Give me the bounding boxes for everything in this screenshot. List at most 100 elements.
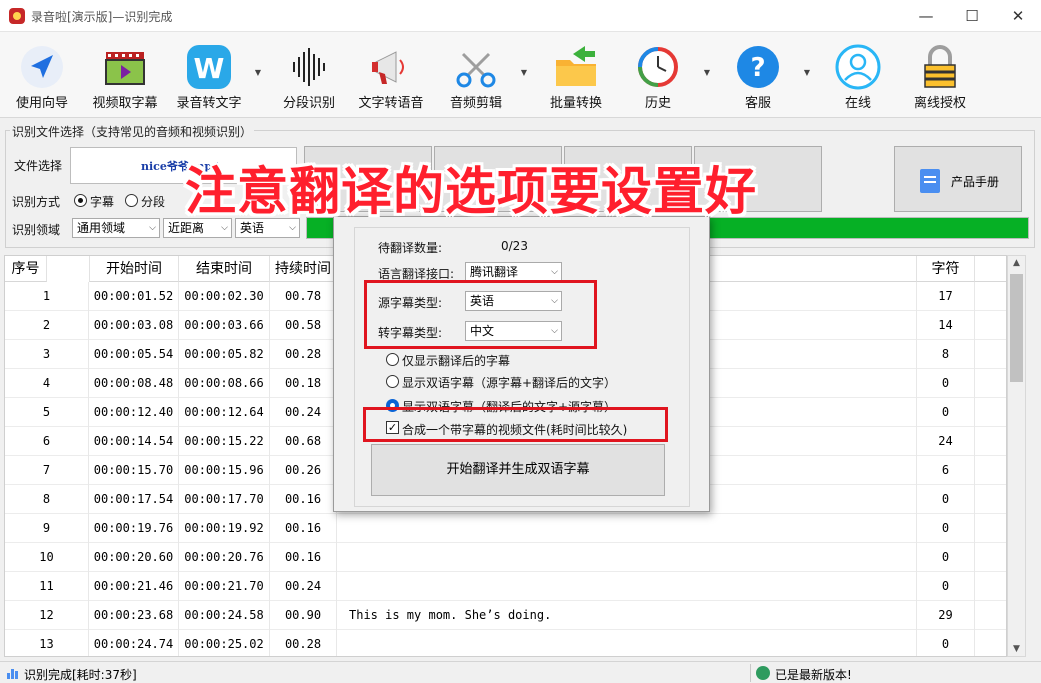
scroll-thumb[interactable] (1010, 274, 1023, 382)
toolbar-audio-edit-button[interactable]: 音频剪辑 (440, 32, 512, 114)
mode-label: 识别方式 (12, 195, 61, 209)
toolbar-text-to-speech-button[interactable]: 文字转语音 (350, 32, 432, 114)
pending-value: 0/23 (501, 239, 528, 253)
svg-text:W: W (194, 52, 225, 85)
cell-end: 00:00:03.66 (179, 311, 270, 340)
product-manual-button[interactable]: 产品手册 (894, 146, 1022, 212)
mode-segment-radio[interactable] (125, 194, 138, 207)
cell-no: 9 (5, 514, 89, 543)
option-bilingual-source-first-radio[interactable] (386, 375, 399, 388)
cell-end: 00:00:21.70 (179, 572, 270, 601)
cell-chars: 29 (917, 601, 975, 630)
column-header-start[interactable]: 开始时间 (89, 256, 179, 282)
cell-chars: 24 (917, 427, 975, 456)
overlay-caption: 注意翻译的选项要设置好 (185, 163, 758, 222)
cell-chars: 14 (917, 311, 975, 340)
cell-text (337, 572, 917, 601)
window-title: 录音啦[演示版]—识别完成 (31, 10, 173, 24)
cell-start: 00:00:23.68 (89, 601, 179, 630)
option-translated-only-radio[interactable] (386, 353, 399, 366)
folder-arrow-icon (556, 46, 596, 86)
cell-chars: 0 (917, 398, 975, 427)
cell-start: 00:00:15.70 (89, 456, 179, 485)
history-clock-icon (638, 47, 678, 87)
audio-edit-dropdown-icon[interactable]: ▼ (519, 68, 529, 78)
column-header-extra (975, 256, 1006, 282)
film-play-icon (105, 52, 145, 85)
cell-chars: 0 (917, 630, 975, 656)
mode-subtitle-radio[interactable] (74, 194, 87, 207)
table-row[interactable]: 12 00:00:23.68 00:00:24.58 00.90 This is my … (5, 601, 1006, 630)
app-logo-icon (9, 8, 25, 24)
cell-end: 00:00:20.76 (179, 543, 270, 572)
cell-duration: 00.18 (270, 369, 337, 398)
column-header-duration[interactable]: 持续时间 (270, 256, 337, 282)
toolbar-history-button[interactable]: 历史 (622, 32, 694, 114)
cell-no: 3 (5, 340, 89, 369)
toolbar-audio-to-text-button[interactable]: W 录音转文字 (172, 32, 246, 114)
cell-start: 00:00:05.54 (89, 340, 179, 369)
domain-label: 识别领域 (12, 223, 61, 237)
cell-no: 10 (5, 543, 89, 572)
table-scrollbar[interactable]: ▲ ▼ (1007, 255, 1026, 657)
cell-end: 00:00:08.66 (179, 369, 270, 398)
cell-no: 12 (5, 601, 89, 630)
cell-duration: 00.28 (270, 340, 337, 369)
minimize-button[interactable]: — (903, 0, 949, 32)
table-row[interactable]: 9 00:00:19.76 00:00:19.92 00.16 0 (5, 514, 1006, 543)
toolbar-guide-button[interactable]: 使用向导 (6, 32, 78, 114)
toolbar-offline-license-button[interactable]: 离线授权 (904, 32, 976, 114)
megaphone-icon (372, 51, 404, 84)
table-row[interactable]: 10 00:00:20.60 00:00:20.76 00.16 0 (5, 543, 1006, 572)
cell-duration: 00.78 (270, 282, 337, 311)
cell-text (337, 630, 917, 656)
navigation-arrow-icon (21, 46, 63, 88)
start-translation-button[interactable]: 开始翻译并生成双语字幕 (371, 444, 665, 496)
scissors-icon (456, 52, 496, 88)
cell-duration: 00.26 (270, 456, 337, 485)
status-bar: 识别完成[耗时:37秒] 已是最新版本! (0, 661, 1041, 683)
cell-end: 00:00:24.58 (179, 601, 270, 630)
close-button[interactable]: ✕ (995, 0, 1041, 32)
cell-duration: 00.24 (270, 572, 337, 601)
maximize-button[interactable]: ☐ (949, 0, 995, 32)
cell-start: 00:00:19.76 (89, 514, 179, 543)
cell-chars: 0 (917, 572, 975, 601)
version-status: 已是最新版本! (775, 668, 852, 682)
domain-select[interactable]: 通用领域 ⌵ (72, 218, 160, 238)
question-icon: ? (737, 46, 779, 88)
toolbar-online-button[interactable]: 在线 (822, 32, 894, 114)
cell-chars: 0 (917, 369, 975, 398)
cell-end: 00:00:02.30 (179, 282, 270, 311)
main-toolbar: 使用向导 视频取字幕 W 录音转文字 ▼ 分段识别 文字转语音 音频剪辑 ▼ 批… (0, 32, 1041, 118)
cell-chars: 17 (917, 282, 975, 311)
cell-chars: 0 (917, 514, 975, 543)
chevron-down-icon: ⌵ (551, 267, 558, 277)
cell-start: 00:00:12.40 (89, 398, 179, 427)
column-header-end[interactable]: 结束时间 (179, 256, 270, 282)
scroll-down-icon[interactable]: ▼ (1008, 644, 1025, 654)
table-row[interactable]: 13 00:00:24.74 00:00:25.02 00.28 0 (5, 630, 1006, 656)
cell-no: 8 (5, 485, 89, 514)
cell-duration: 00.16 (270, 543, 337, 572)
toolbar-batch-convert-button[interactable]: 批量转换 (540, 32, 612, 114)
column-header-chars[interactable]: 字符 (917, 256, 975, 282)
cell-chars: 0 (917, 543, 975, 572)
cell-no: 2 (5, 311, 89, 340)
cell-duration: 00.28 (270, 630, 337, 656)
toolbar-video-subtitle-button[interactable]: 视频取字幕 (86, 32, 164, 114)
cell-text: This is my mom. She’s doing. (337, 601, 917, 630)
history-dropdown-icon[interactable]: ▼ (702, 68, 712, 78)
api-select[interactable]: 腾讯翻译 ⌵ (465, 262, 562, 282)
toolbar-support-button[interactable]: ? 客服 (722, 32, 794, 114)
status-separator (750, 664, 751, 682)
audio-to-text-dropdown-icon[interactable]: ▼ (253, 68, 263, 78)
cell-end: 00:00:19.92 (179, 514, 270, 543)
mode-subtitle-label: 字幕 (90, 195, 115, 209)
column-header-no[interactable]: 序号 (5, 256, 47, 282)
cell-chars: 0 (917, 485, 975, 514)
toolbar-segment-button[interactable]: 分段识别 (274, 32, 344, 114)
scroll-up-icon[interactable]: ▲ (1008, 258, 1025, 268)
support-dropdown-icon[interactable]: ▼ (802, 68, 812, 78)
table-row[interactable]: 11 00:00:21.46 00:00:21.70 00.24 0 (5, 572, 1006, 601)
